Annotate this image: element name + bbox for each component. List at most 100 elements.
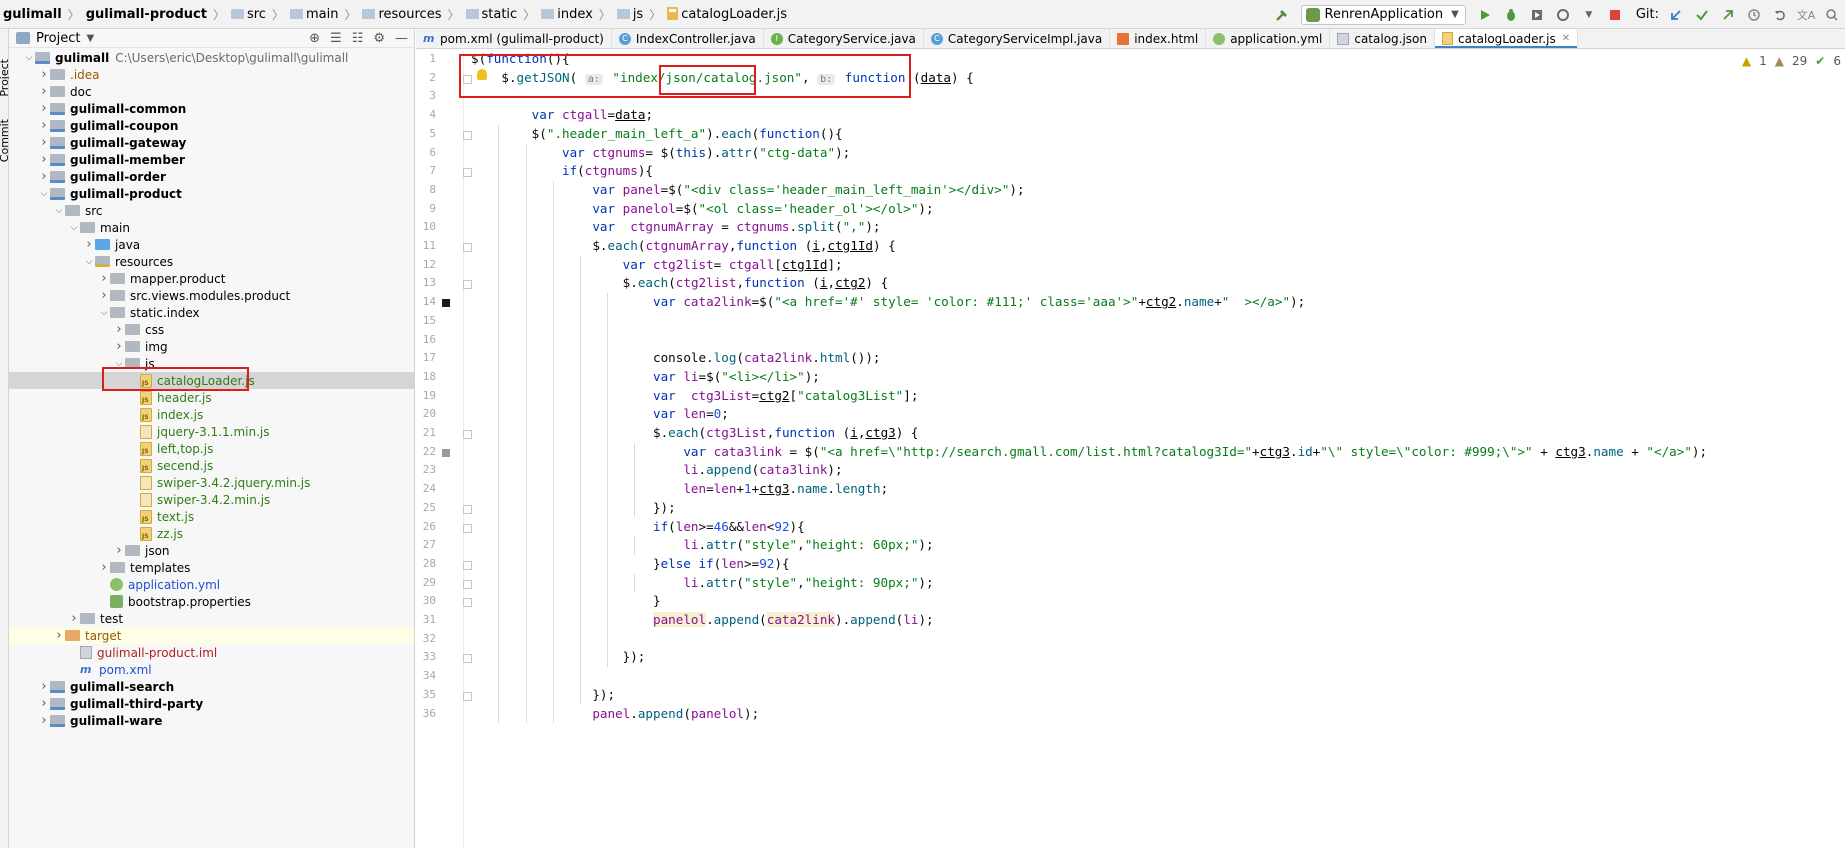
chevron-right-icon[interactable]: ›: [38, 118, 50, 133]
chevron-down-icon[interactable]: ▼: [86, 33, 94, 44]
chevron-right-icon[interactable]: ›: [38, 101, 50, 116]
chevron-down-icon[interactable]: ⌵: [38, 189, 50, 199]
tree-item[interactable]: ⌵ src: [9, 202, 414, 219]
tree-item[interactable]: bootstrap.properties: [9, 593, 414, 610]
chevron-right-icon[interactable]: ›: [98, 288, 110, 303]
editor-tab[interactable]: m pom.xml (gulimall-product): [416, 29, 612, 48]
breadcrumb-item[interactable]: gulimall-product: [83, 7, 210, 22]
editor-tab[interactable]: C CategoryServiceImpl.java: [924, 29, 1111, 48]
chevron-right-icon[interactable]: ›: [38, 713, 50, 728]
chevron-down-icon[interactable]: ⌵: [98, 308, 110, 318]
gear-icon[interactable]: ⚙: [373, 31, 385, 46]
tree-item[interactable]: › gulimall-third-party: [9, 695, 414, 712]
tree-item[interactable]: › gulimall-member: [9, 151, 414, 168]
tree-item[interactable]: › src.views.modules.product: [9, 287, 414, 304]
chevron-down-icon[interactable]: ⌵: [113, 359, 125, 369]
git-rollback-icon[interactable]: [1769, 4, 1791, 26]
breadcrumb-item[interactable]: gulimall: [0, 7, 65, 22]
breadcrumb-item[interactable]: resources: [359, 7, 444, 22]
run-configuration-select[interactable]: RenrenApplication ▼: [1300, 4, 1466, 25]
chevron-down-icon[interactable]: ⌵: [23, 53, 35, 63]
chevron-right-icon[interactable]: ›: [53, 628, 65, 643]
chevron-right-icon[interactable]: ›: [38, 169, 50, 184]
tree-item[interactable]: ⌵ js: [9, 355, 414, 372]
tree-item[interactable]: ⌵ resources: [9, 253, 414, 270]
tree-item[interactable]: › .idea: [9, 66, 414, 83]
breakpoint-icon[interactable]: [442, 299, 450, 308]
tree-item[interactable]: swiper-3.4.2.jquery.min.js: [9, 474, 414, 491]
tree-item[interactable]: ⌵ static.index: [9, 304, 414, 321]
profile-icon[interactable]: [1552, 4, 1574, 26]
breadcrumb-item[interactable]: index: [538, 7, 596, 22]
tree-item[interactable]: header.js: [9, 389, 414, 406]
breadcrumb-item[interactable]: src: [228, 7, 269, 22]
tree-item[interactable]: › target: [9, 627, 414, 644]
tree-item[interactable]: jquery-3.1.1.min.js: [9, 423, 414, 440]
editor-tab[interactable]: C IndexController.java: [612, 29, 764, 48]
git-commit-icon[interactable]: [1691, 4, 1713, 26]
chevron-down-icon[interactable]: ⌵: [83, 257, 95, 267]
tree-item[interactable]: index.js: [9, 406, 414, 423]
chevron-right-icon[interactable]: ›: [38, 84, 50, 99]
breadcrumb-item[interactable]: main: [287, 7, 341, 22]
tree-item[interactable]: ⌵ gulimall-product: [9, 185, 414, 202]
tree-item[interactable]: › gulimall-ware: [9, 712, 414, 729]
tree-item[interactable]: application.yml: [9, 576, 414, 593]
chevron-right-icon[interactable]: ›: [38, 152, 50, 167]
chevron-down-icon[interactable]: ⌵: [68, 223, 80, 233]
breadcrumb-item[interactable]: catalogLoader.js: [664, 6, 790, 22]
chevron-right-icon[interactable]: ›: [113, 322, 125, 337]
tree-item[interactable]: › json: [9, 542, 414, 559]
more-run-options-icon[interactable]: ▼: [1578, 4, 1600, 26]
git-update-icon[interactable]: [1665, 4, 1687, 26]
tree-item[interactable]: secend.js: [9, 457, 414, 474]
code-editor[interactable]: $(function(){ $.getJSON( a: "index/json/…: [466, 50, 1845, 848]
stop-icon[interactable]: [1604, 4, 1626, 26]
tree-item[interactable]: › gulimall-gateway: [9, 134, 414, 151]
chevron-right-icon[interactable]: ›: [83, 237, 95, 252]
search-everywhere-icon[interactable]: [1821, 4, 1843, 26]
breadcrumb-item[interactable]: js: [614, 7, 646, 22]
chevron-right-icon[interactable]: ›: [113, 543, 125, 558]
git-push-icon[interactable]: [1717, 4, 1739, 26]
tree-item[interactable]: › doc: [9, 83, 414, 100]
coverage-icon[interactable]: [1526, 4, 1548, 26]
chevron-down-icon[interactable]: ⌵: [53, 206, 65, 216]
tree-item[interactable]: › gulimall-order: [9, 168, 414, 185]
translate-icon[interactable]: 文A: [1795, 4, 1817, 26]
editor-tab[interactable]: application.yml: [1206, 29, 1331, 48]
chevron-right-icon[interactable]: ›: [38, 679, 50, 694]
tree-item[interactable]: › gulimall-common: [9, 100, 414, 117]
project-panel-title[interactable]: Project: [36, 31, 80, 46]
expand-all-icon[interactable]: ☰: [330, 31, 342, 46]
tree-item[interactable]: ⌵ gulimall C:\Users\eric\Desktop\gulimall\…: [9, 49, 414, 66]
editor-tab[interactable]: catalogLoader.js ✕: [1435, 29, 1579, 48]
run-icon[interactable]: [1474, 4, 1496, 26]
chevron-right-icon[interactable]: ›: [98, 560, 110, 575]
tree-item-selected[interactable]: catalogLoader.js: [9, 372, 414, 389]
tree-item[interactable]: › img: [9, 338, 414, 355]
editor-tab[interactable]: index.html: [1110, 29, 1207, 48]
chevron-right-icon[interactable]: ›: [98, 271, 110, 286]
collapse-all-icon[interactable]: ☷: [352, 31, 364, 46]
tree-item[interactable]: text.js: [9, 508, 414, 525]
tree-item[interactable]: m pom.xml: [9, 661, 414, 678]
tree-item[interactable]: › gulimall-coupon: [9, 117, 414, 134]
breakpoint-icon[interactable]: [442, 448, 450, 457]
tree-item[interactable]: › java: [9, 236, 414, 253]
tree-item[interactable]: ⌵ main: [9, 219, 414, 236]
editor-tab[interactable]: I CategoryService.java: [764, 29, 924, 48]
inspection-widget[interactable]: ▲ 1 ▲ 29 ✔ 6: [1742, 54, 1841, 68]
tree-item[interactable]: zz.js: [9, 525, 414, 542]
tree-item[interactable]: › gulimall-search: [9, 678, 414, 695]
tree-item[interactable]: gulimall-product.iml: [9, 644, 414, 661]
hammer-build-icon[interactable]: [1271, 4, 1293, 26]
editor-tab[interactable]: catalog.json: [1330, 29, 1435, 48]
tree-item[interactable]: › mapper.product: [9, 270, 414, 287]
tree-item[interactable]: left,top.js: [9, 440, 414, 457]
chevron-right-icon[interactable]: ›: [38, 135, 50, 150]
breadcrumb-item[interactable]: static: [463, 7, 521, 22]
close-icon[interactable]: ✕: [1562, 33, 1570, 44]
tree-item[interactable]: › test: [9, 610, 414, 627]
tree-item[interactable]: › css: [9, 321, 414, 338]
